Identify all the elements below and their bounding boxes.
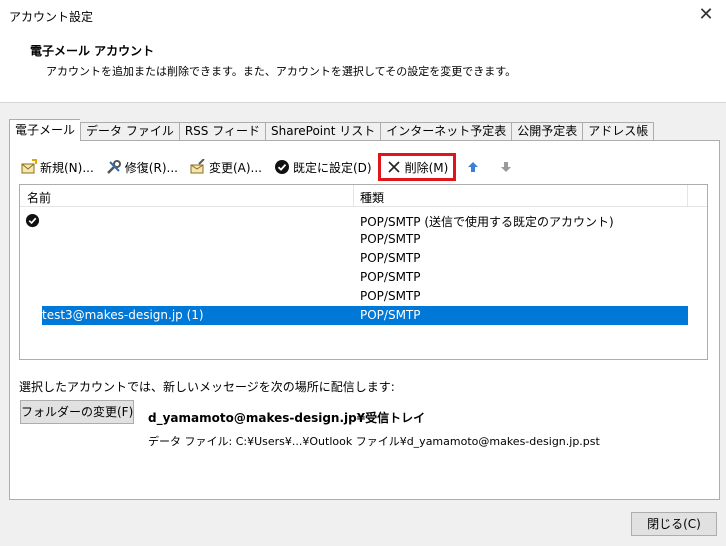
- new-account-icon: [21, 159, 37, 174]
- list-header: 名前 種類: [20, 185, 707, 207]
- data-file-path: データ ファイル: C:¥Users¥...¥Outlook ファイル¥d_ya…: [148, 435, 600, 448]
- column-header-name[interactable]: 名前: [27, 189, 51, 206]
- repair-button[interactable]: 修復(R)...: [103, 156, 181, 178]
- checkmark-circle-icon: [274, 160, 289, 174]
- account-type: POP/SMTP: [360, 308, 421, 322]
- email-tab-panel: 新規(N)... 修復(R)... 変更(A)... 既定に設定(D) 削除(M…: [9, 140, 720, 500]
- set-default-button[interactable]: 既定に設定(D): [271, 156, 375, 178]
- column-header-type[interactable]: 種類: [360, 189, 384, 206]
- close-icon[interactable]: ✕: [694, 4, 718, 26]
- table-row[interactable]: POP/SMTP: [20, 230, 707, 249]
- window-title: アカウント設定: [9, 10, 94, 24]
- tab-published-calendars[interactable]: 公開予定表: [511, 122, 583, 141]
- close-button[interactable]: 閉じる(C): [631, 512, 717, 536]
- default-account-check-icon: [25, 213, 40, 228]
- account-list[interactable]: 名前 種類 POP/SMTP (送信で使用する既定のアカウント) POP/SMT…: [19, 184, 708, 360]
- account-type: POP/SMTP (送信で使用する既定のアカウント): [360, 215, 614, 229]
- toolbar: 新規(N)... 修復(R)... 変更(A)... 既定に設定(D) 削除(M…: [18, 153, 525, 181]
- title-bar: アカウント設定 ✕: [0, 0, 726, 32]
- tab-address-books[interactable]: アドレス帳: [582, 122, 655, 141]
- change-account-icon: [190, 159, 205, 174]
- tab-email[interactable]: 電子メール: [9, 119, 81, 141]
- change-button[interactable]: 変更(A)...: [187, 156, 265, 178]
- table-row-selected[interactable]: test3@makes-design.jp (1) POP/SMTP: [20, 306, 707, 325]
- dialog-header: 電子メール アカウント アカウントを追加または削除できます。また、アカウントを選…: [0, 32, 726, 103]
- account-type: POP/SMTP: [360, 289, 421, 303]
- delivery-label: 選択したアカウントでは、新しいメッセージを次の場所に配信します:: [19, 380, 395, 394]
- header-subtitle: アカウントを追加または削除できます。また、アカウントを選択してその設定を変更でき…: [46, 65, 517, 78]
- repair-tools-icon: [106, 160, 121, 174]
- new-button-label: 新規(N)...: [40, 160, 94, 175]
- tab-data-files[interactable]: データ ファイル: [80, 122, 179, 141]
- set-default-button-label: 既定に設定(D): [292, 160, 372, 175]
- delete-button-label: 削除(M): [404, 160, 449, 175]
- move-up-button[interactable]: [459, 156, 490, 178]
- new-button[interactable]: 新規(N)...: [18, 156, 97, 178]
- repair-button-label: 修復(R)...: [124, 160, 178, 175]
- arrow-up-icon: [468, 162, 479, 172]
- tab-rss-feeds[interactable]: RSS フィード: [178, 122, 265, 141]
- table-row[interactable]: POP/SMTP: [20, 249, 707, 268]
- table-row[interactable]: POP/SMTP (送信で使用する既定のアカウント): [20, 211, 707, 230]
- tab-strip: 電子メール データ ファイル RSS フィード SharePoint リスト イ…: [9, 119, 655, 141]
- account-name: test3@makes-design.jp (1): [42, 308, 204, 322]
- column-divider[interactable]: [687, 185, 688, 207]
- arrow-down-icon: [501, 162, 512, 172]
- change-button-label: 変更(A)...: [208, 160, 262, 175]
- column-divider[interactable]: [353, 185, 354, 207]
- tab-internet-calendars[interactable]: インターネット予定表: [380, 122, 512, 141]
- account-type: POP/SMTP: [360, 251, 421, 265]
- delete-x-icon: [388, 161, 400, 173]
- change-folder-button[interactable]: フォルダーの変更(F): [20, 400, 134, 424]
- move-down-button[interactable]: [492, 156, 523, 178]
- inbox-path: d_yamamoto@makes-design.jp¥受信トレイ: [148, 411, 426, 425]
- tab-sharepoint-lists[interactable]: SharePoint リスト: [265, 122, 381, 141]
- delete-button[interactable]: 削除(M): [377, 153, 457, 181]
- table-row[interactable]: POP/SMTP: [20, 268, 707, 287]
- header-title: 電子メール アカウント: [30, 44, 155, 58]
- account-type: POP/SMTP: [360, 232, 421, 246]
- account-type: POP/SMTP: [360, 270, 421, 284]
- table-row[interactable]: POP/SMTP: [20, 287, 707, 306]
